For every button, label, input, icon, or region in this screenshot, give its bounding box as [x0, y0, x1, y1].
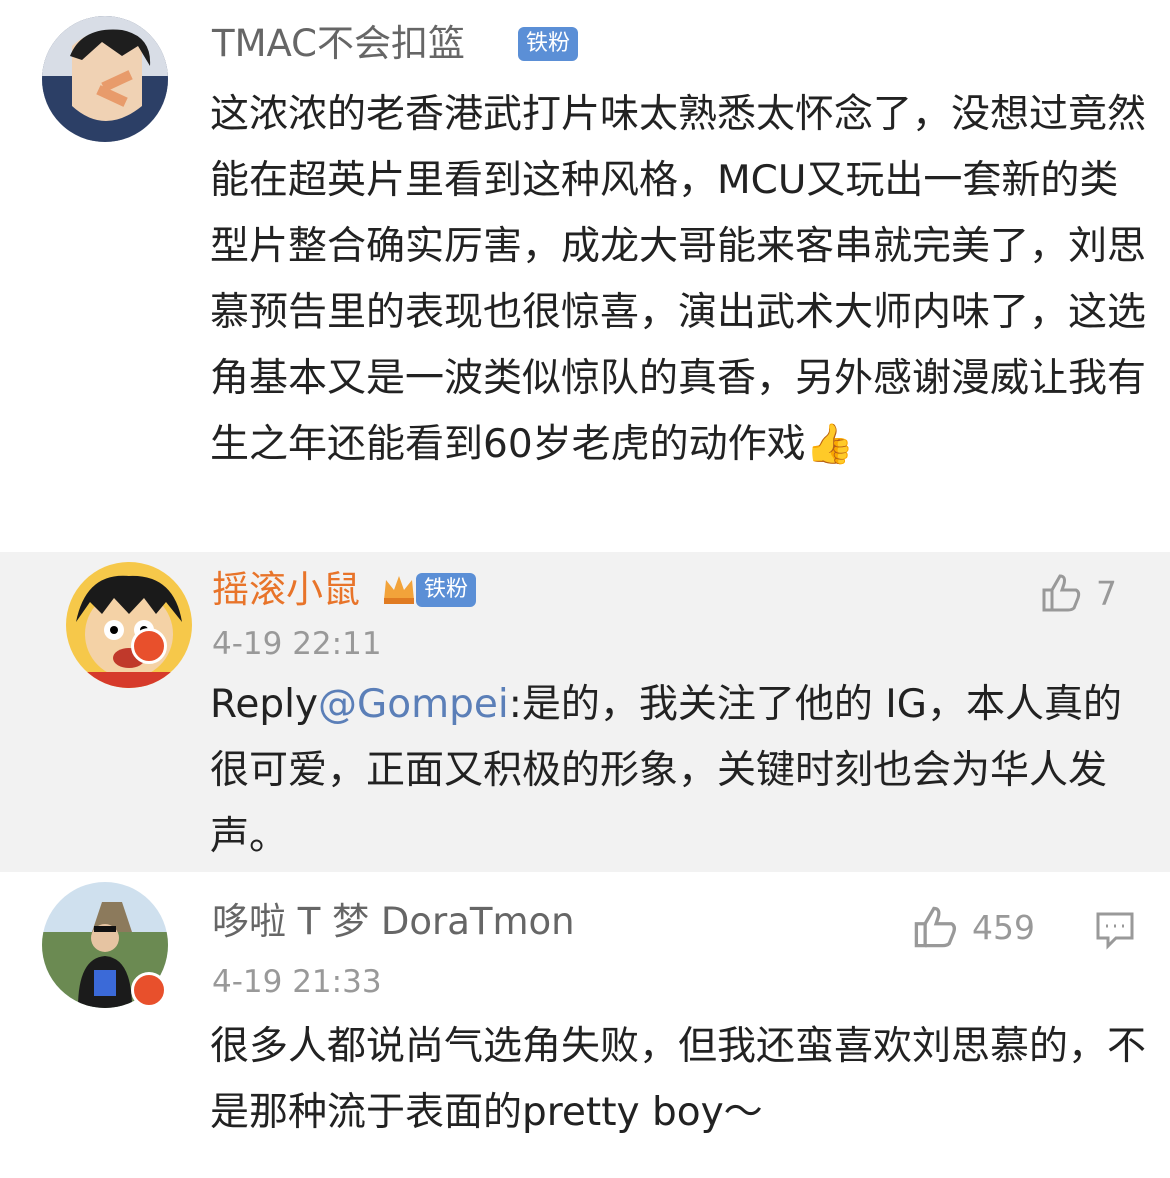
like-button[interactable]: 459 — [912, 904, 1035, 950]
comment-1: TMAC不会扣篮 铁粉 这浓浓的老香港武打片味太熟悉太怀念了，没想过竟然能在超英… — [0, 0, 1170, 552]
fan-badge: 铁粉 — [416, 573, 477, 607]
fan-badge: 铁粉 — [518, 27, 579, 61]
username[interactable]: 摇滚小鼠 — [212, 566, 360, 614]
comment-3: 哆啦 T 梦 DoraTmon 459 4-19 21:33 很多人都说尚气选角… — [0, 872, 1170, 1178]
timestamp: 4-19 21:33 — [212, 964, 382, 1000]
verified-icon — [131, 628, 167, 664]
timestamp: 4-19 22:11 — [212, 626, 382, 662]
like-count: 7 — [1096, 573, 1117, 613]
crown-icon — [380, 570, 418, 608]
like-button[interactable]: 7 — [1040, 572, 1117, 614]
badge-label: 铁粉 — [526, 31, 571, 56]
verified-icon — [131, 972, 167, 1008]
comment-2: 摇滚小鼠 铁粉 7 4-19 22:11 Reply@Gompei:是的，我关注… — [0, 552, 1170, 872]
avatar[interactable] — [66, 562, 192, 688]
badge-label: 铁粉 — [424, 577, 469, 602]
comment-text: 很多人都说尚气选角失败，但我还蛮喜欢刘思慕的，不是那种流于表面的pretty b… — [210, 1024, 1147, 1135]
thumbs-up-icon — [914, 906, 956, 948]
username[interactable]: TMAC不会扣篮 — [212, 20, 465, 68]
comment-text: 这浓浓的老香港武打片味太熟悉太怀念了，没想过竟然能在超英片里看到这种风格，MCU… — [210, 92, 1147, 467]
reply-prefix: Reply — [210, 682, 319, 727]
like-count: 459 — [972, 907, 1035, 947]
thumbs-up-icon — [1042, 574, 1081, 612]
avatar[interactable] — [42, 16, 168, 142]
username[interactable]: 哆啦 T 梦 DoraTmon — [212, 898, 575, 946]
mention-link[interactable]: @Gompei — [318, 682, 509, 727]
comment-icon[interactable] — [1094, 908, 1136, 950]
comment-text: Reply@Gompei:是的，我关注了他的 IG，本人真的很可爱，正面又积极的… — [210, 672, 1150, 870]
